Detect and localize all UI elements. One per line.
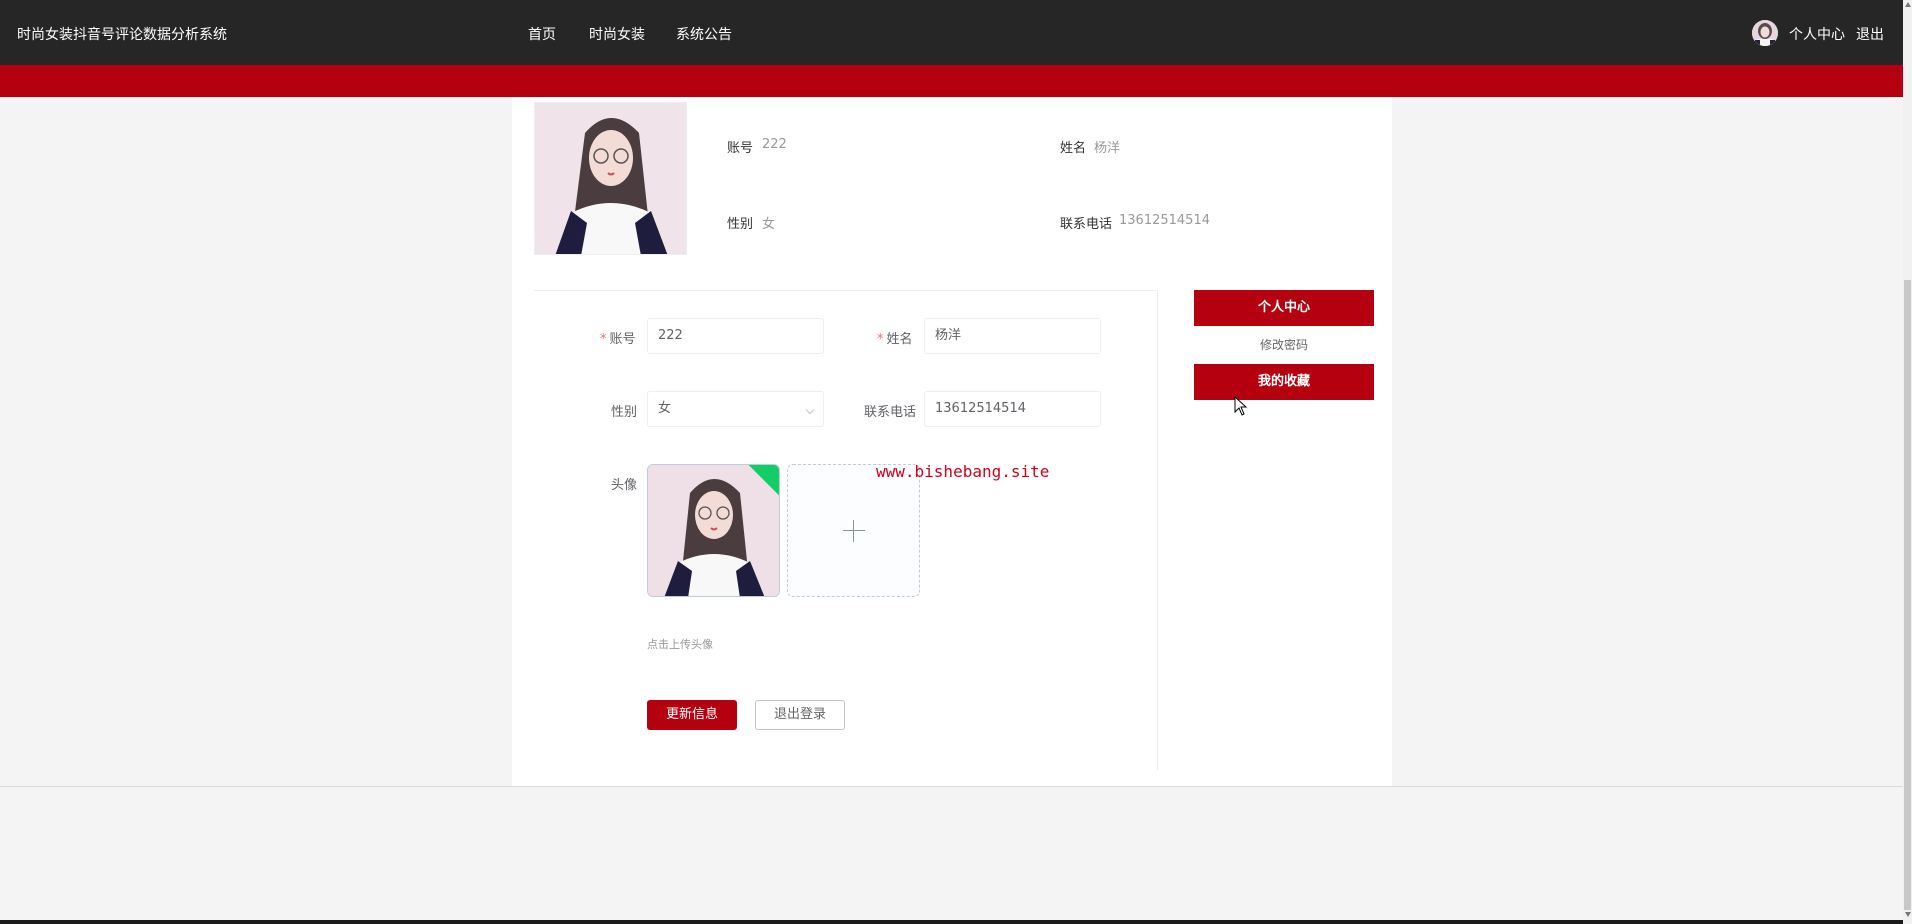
phone-field[interactable]: 13612514514: [924, 391, 1101, 427]
summary-account-value: 222: [762, 137, 787, 152]
summary-gender-value: 女: [762, 217, 776, 232]
upload-tip: 点击上传头像: [647, 638, 713, 651]
logout-button[interactable]: 退出登录: [755, 700, 845, 730]
nav-user-center[interactable]: 个人中心: [1789, 24, 1845, 44]
user-avatar-icon[interactable]: [1752, 20, 1778, 46]
summary-gender-label: 性别: [727, 217, 754, 232]
scroll-up-icon[interactable]: [1905, 2, 1911, 7]
name-field[interactable]: 杨洋: [924, 318, 1101, 354]
footer-divider: [0, 786, 1903, 787]
update-info-button[interactable]: 更新信息: [647, 700, 737, 730]
profile-photo: [534, 102, 687, 255]
nav-logout[interactable]: 退出: [1856, 24, 1884, 44]
divider: [534, 290, 1156, 291]
summary-name-value: 杨洋: [1094, 141, 1121, 156]
summary-phone-label: 联系电话: [1060, 217, 1113, 232]
gender-field-label: 性别: [611, 405, 638, 420]
upload-avatar-button[interactable]: [787, 464, 920, 597]
nav-home[interactable]: 首页: [528, 24, 556, 44]
summary-name-label: 姓名: [1060, 141, 1087, 156]
name-field-label: * 姓名: [877, 332, 913, 347]
account-field-label: * 账号: [600, 332, 636, 347]
top-navbar: 时尚女装抖音号评论数据分析系统 首页 时尚女装 系统公告 个人中心 退出: [0, 0, 1903, 65]
gender-select[interactable]: 女: [647, 391, 824, 427]
sidebar-item-change-password[interactable]: 修改密码: [1194, 335, 1374, 355]
summary-phone-value: 13612514514: [1119, 213, 1210, 228]
account-field-label-text: 账号: [609, 332, 636, 347]
name-field-label-text: 姓名: [886, 332, 913, 347]
phone-field-label: 联系电话: [864, 405, 917, 420]
sidebar-item-my-favorites[interactable]: 我的收藏: [1194, 364, 1374, 400]
site-title: 时尚女装抖音号评论数据分析系统: [17, 27, 227, 43]
sidebar-item-user-center[interactable]: 个人中心: [1194, 290, 1374, 326]
nav-notice[interactable]: 系统公告: [676, 24, 732, 44]
divider: [1157, 290, 1158, 770]
avatar-field-label: 头像: [611, 478, 638, 493]
scrollbar-thumb[interactable]: [1904, 280, 1911, 910]
chevron-down-icon: [805, 405, 815, 415]
window-bottom-strip: [0, 920, 1903, 924]
gender-select-value: 女: [658, 401, 672, 416]
uploaded-avatar[interactable]: ✓: [647, 464, 780, 597]
account-field[interactable]: 222: [647, 318, 824, 354]
header-accent-band: [0, 65, 1903, 97]
scroll-down-icon[interactable]: [1905, 912, 1911, 917]
summary-account-label: 账号: [727, 141, 754, 156]
nav-fashion[interactable]: 时尚女装: [589, 24, 645, 44]
watermark-text: www.bishebang.site: [876, 462, 1050, 481]
page-scrollbar[interactable]: [1903, 0, 1912, 924]
mouse-cursor-icon: [1234, 395, 1248, 420]
